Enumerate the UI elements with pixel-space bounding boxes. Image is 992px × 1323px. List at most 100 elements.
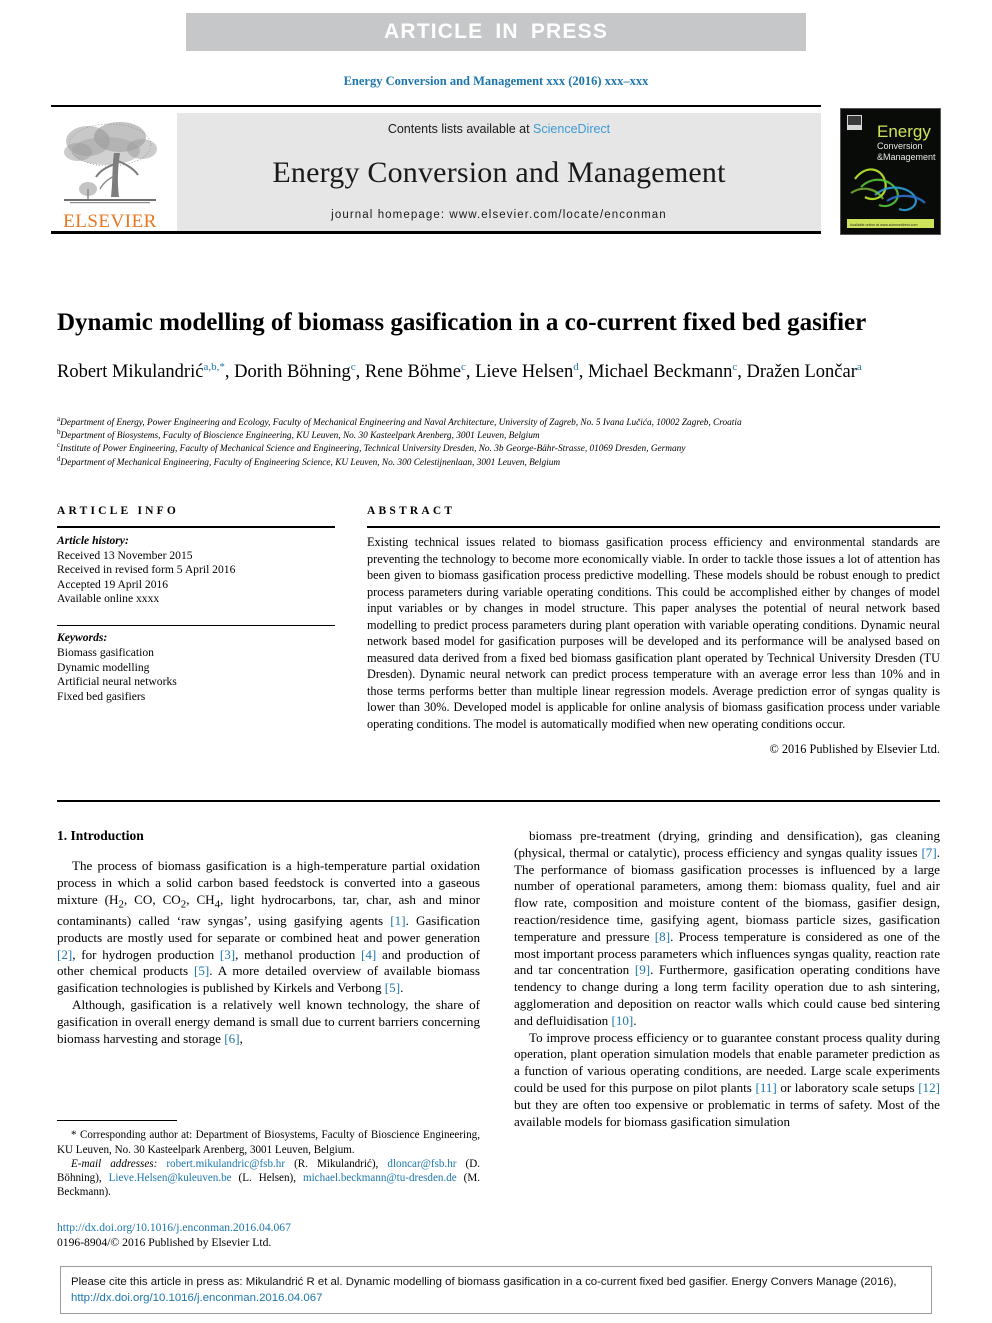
author-name: Rene Böhme (364, 362, 461, 382)
citation-reference-link[interactable]: [1] (390, 913, 405, 928)
article-history-block: Article history: Received 13 November 20… (57, 534, 335, 607)
citation-reference-link[interactable]: [8] (655, 929, 670, 944)
affiliation-item: aDepartment of Energy, Power Engineering… (57, 414, 742, 428)
journal-homepage-line[interactable]: journal homepage: www.elsevier.com/locat… (331, 209, 667, 221)
cite-this-article-footer: Please cite this article in press as: Mi… (60, 1266, 932, 1314)
citation-reference-link[interactable]: [11] (755, 1080, 776, 1095)
masthead-bottom-rule (51, 231, 821, 234)
affiliation-mark: d (57, 454, 61, 463)
author-email-link[interactable]: robert.mikulandric@fsb.hr (166, 1158, 285, 1170)
article-history-items: Received 13 November 2015 Received in rev… (57, 549, 335, 607)
page-title: Dynamic modelling of biomass gasificatio… (57, 308, 867, 336)
author-name: Dražen Lončar (746, 362, 857, 382)
keyword-item: Artificial neural networks (57, 675, 177, 689)
cite-doi-link[interactable]: http://dx.doi.org/10.1016/j.enconman.201… (71, 1292, 322, 1304)
keyword-item: Dynamic modelling (57, 660, 150, 674)
article-doi-link[interactable]: http://dx.doi.org/10.1016/j.enconman.201… (57, 1221, 480, 1236)
corresponding-author-note: * Corresponding author at: Department of… (57, 1129, 480, 1156)
article-history-item: Received in revised form 5 April 2016 (57, 563, 236, 577)
affiliation-list: aDepartment of Energy, Power Engineering… (57, 414, 947, 470)
section-title-introduction: 1. Introduction (57, 828, 144, 843)
journal-running-head: Energy Conversion and Management xxx (20… (343, 74, 649, 88)
author-affiliation-mark: c (350, 360, 356, 373)
author-name: Robert Mikulandrić (57, 362, 204, 382)
citation-reference-link[interactable]: [9] (635, 962, 650, 977)
author-email-link[interactable]: dloncar@fsb.hr (387, 1158, 456, 1170)
affiliation-item: dDepartment of Mechanical Engineering, F… (57, 454, 561, 468)
svg-text:Energy: Energy (877, 122, 931, 141)
abstract-text: Existing technical issues related to bio… (367, 535, 940, 732)
citation-reference-link[interactable]: [6] (224, 1031, 239, 1046)
contents-prefix: Contents lists available at (387, 122, 534, 136)
affiliation-item: cInstitute of Power Engineering, Faculty… (57, 441, 686, 455)
article-info-column: ARTICLE INFO Article history: Received 1… (57, 505, 335, 704)
body-paragraph: The process of biomass gasification is a… (57, 858, 480, 996)
abstract-bottom-rule (57, 800, 940, 802)
keyword-items: Biomass gasification Dynamic modelling Art… (57, 646, 335, 704)
author-affiliation-mark: a,b,* (203, 360, 225, 373)
author-name: Lieve Helsen (475, 362, 574, 382)
abstract-column: ABSTRACT Existing technical issues relat… (367, 505, 940, 757)
sciencedirect-link[interactable]: ScienceDirect (533, 122, 610, 136)
elsevier-wordmark: ELSEVIER (63, 211, 157, 232)
citation-reference-link[interactable]: [3] (220, 947, 235, 962)
article-history-item: Accepted 19 April 2016 (57, 577, 169, 591)
elsevier-tree-icon (64, 122, 157, 204)
body-paragraph: To improve process efficiency or to guar… (514, 1029, 941, 1129)
author-affiliation-mark: c (732, 360, 738, 373)
cover-elsevier-mark (847, 115, 862, 130)
chemical-subscript: 2 (118, 898, 124, 911)
author-email-owner: (L. Helsen), (238, 1171, 296, 1184)
email-addresses-note: E-mail addresses: robert.mikulandric@fsb… (57, 1157, 480, 1200)
journal-title: Energy Conversion and Management (272, 155, 726, 189)
citation-reference-link[interactable]: [10] (611, 1013, 633, 1028)
citation-reference-link[interactable]: [5] (194, 963, 209, 978)
affiliation-mark: c (57, 441, 61, 450)
doi-block: http://dx.doi.org/10.1016/j.enconman.201… (57, 1221, 480, 1250)
citation-reference-link[interactable]: [5] (385, 980, 400, 995)
keywords-rule (57, 624, 335, 627)
footnote-rule (57, 1120, 177, 1122)
chemical-subscript: 4 (214, 898, 221, 911)
author-name: Dorith Böhning (234, 362, 351, 382)
article-history-item: Available online xxxx (57, 592, 160, 606)
journal-cover-thumbnail: Energy Conversion &Management Available … (840, 108, 941, 235)
body-column-left: 1. Introduction The process of biomass g… (57, 828, 480, 1047)
contents-available-line: Contents lists available at ScienceDirec… (388, 122, 610, 136)
citation-reference-link[interactable]: [4] (361, 947, 376, 962)
article-info-heading: ARTICLE INFO (57, 505, 180, 517)
article-history-label: Article history: (57, 534, 129, 547)
citation-reference-link[interactable]: [12] (918, 1080, 940, 1095)
journal-masthead: ELSEVIER Contents lists available at Sci… (51, 105, 941, 235)
svg-text:Available online at www.scienc: Available online at www.sciencedirect.co… (850, 223, 917, 227)
article-in-press-label: ARTICLE IN PRESS (383, 20, 609, 43)
masthead-top-rule (51, 105, 821, 107)
body-paragraph: Although, gasification is a relatively w… (57, 996, 480, 1046)
citation-reference-link[interactable]: [2] (57, 947, 72, 962)
svg-text:Conversion: Conversion (877, 141, 923, 151)
affiliation-mark: a (57, 414, 61, 423)
chemical-subscript: 2 (180, 898, 187, 911)
svg-text:&Management: &Management (877, 152, 936, 162)
issn-copyright-line: 0196-8904/© 2016 Published by Elsevier L… (57, 1235, 272, 1249)
keyword-item: Biomass gasification (57, 645, 154, 659)
right-column-paragraphs: biomass pre-treatment (drying, grinding … (514, 828, 940, 1130)
abstract-rule (367, 526, 940, 528)
author-list: Robert Mikulandrića,b,*, Dorith Böhningc… (57, 360, 862, 382)
affiliation-item: bDepartment of Biosystems, Faculty of Bi… (57, 428, 540, 442)
citation-reference-link[interactable]: [7] (921, 845, 936, 860)
abstract-heading: ABSTRACT (367, 505, 456, 517)
journal-header-box: Contents lists available at ScienceDirec… (177, 113, 821, 231)
email-addresses-label: E-mail addresses: (71, 1157, 167, 1170)
author-email-link[interactable]: michael.beckmann@tu-dresden.de (303, 1172, 457, 1184)
author-name: Michael Beckmann (587, 362, 733, 382)
keywords-label: Keywords: (57, 631, 108, 645)
author-email-link[interactable]: Lieve.Helsen@kuleuven.be (109, 1172, 232, 1184)
author-affiliation-mark: a (856, 360, 862, 373)
author-affiliation-mark: c (460, 360, 466, 373)
journal-cover-art: Energy Conversion &Management Available … (841, 109, 940, 234)
footnote-block: * Corresponding author at: Department of… (57, 1120, 480, 1199)
elsevier-logo: ELSEVIER (51, 113, 169, 231)
abstract-copyright: © 2016 Published by Elsevier Ltd. (769, 741, 940, 756)
article-in-press-banner: ARTICLE IN PRESS (186, 13, 806, 51)
